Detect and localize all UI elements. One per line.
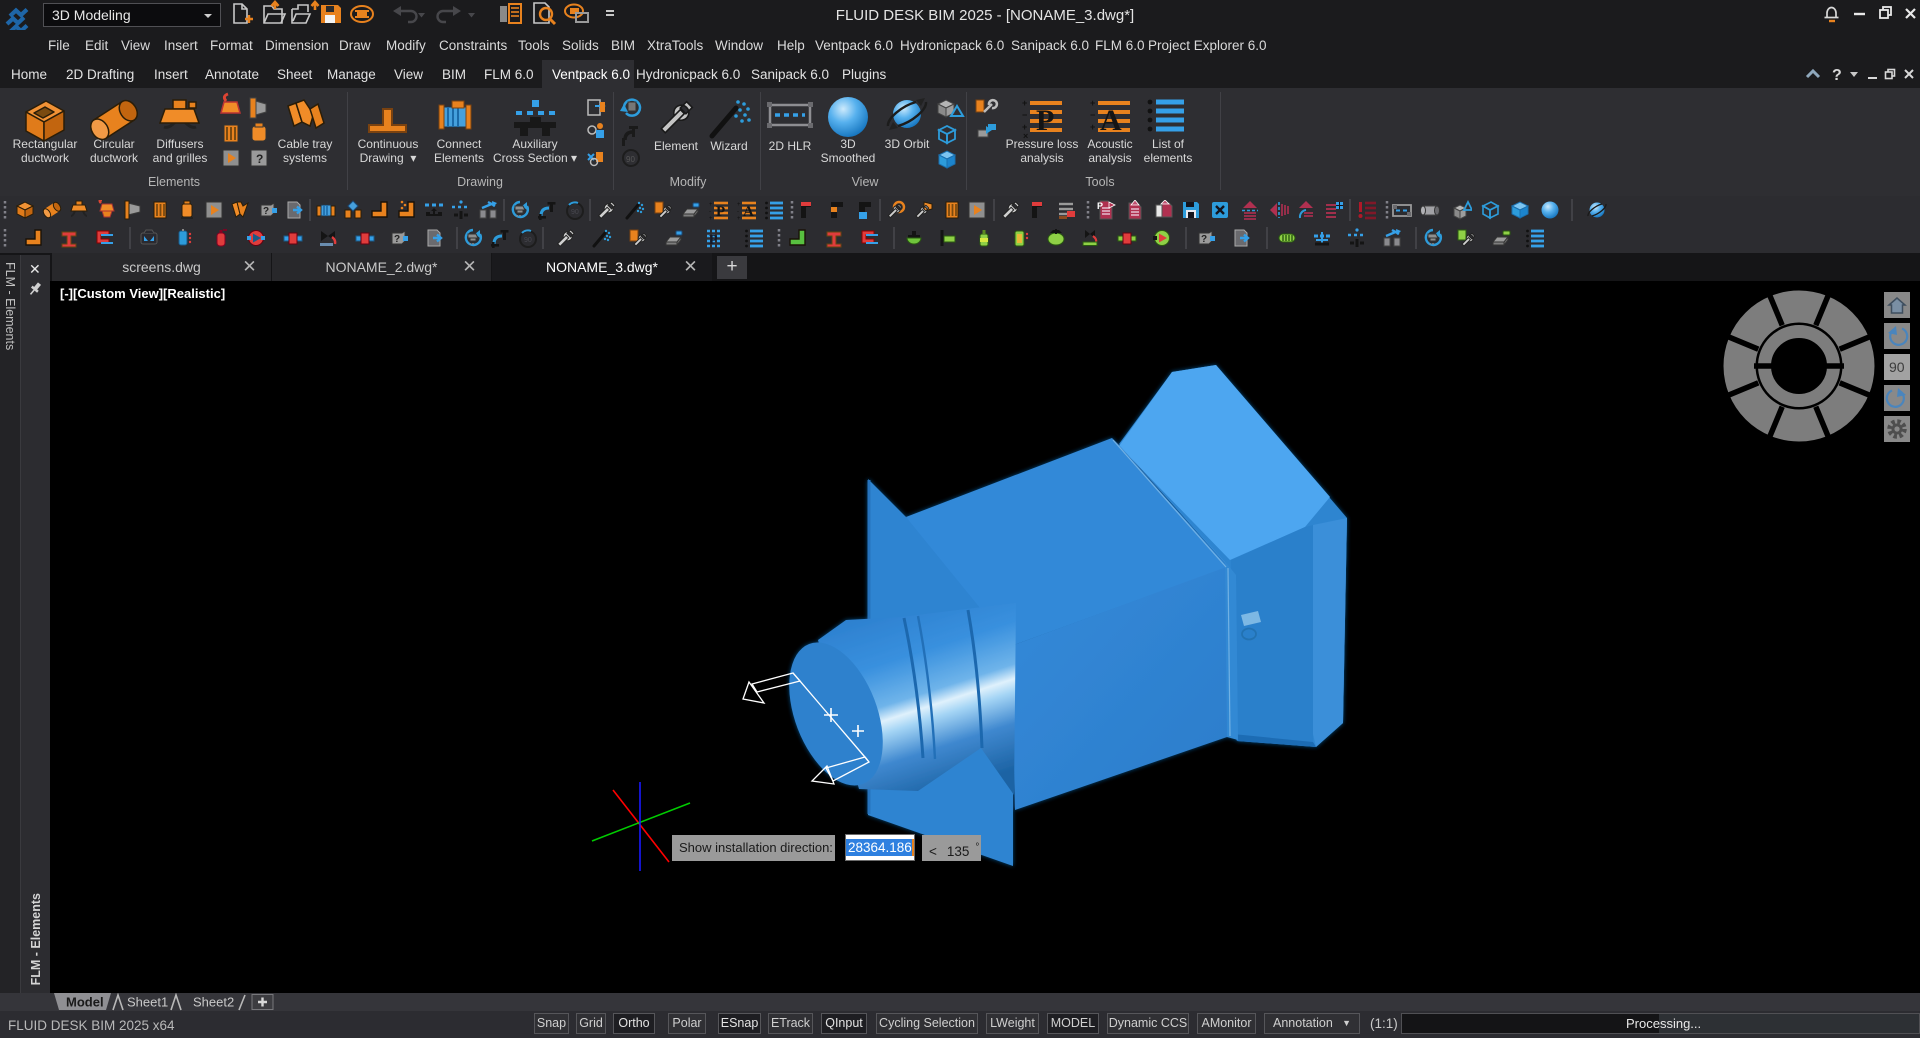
- svg-text:90: 90: [1889, 359, 1905, 375]
- svg-text:A: A: [1100, 104, 1122, 137]
- svg-text:+: +: [1090, 98, 1095, 108]
- svg-text:?: ?: [256, 152, 263, 166]
- svg-text:×: ×: [1023, 131, 1028, 141]
- svg-text:?: ?: [1832, 67, 1842, 84]
- svg-text:+: +: [1090, 122, 1095, 132]
- svg-text:Sheet1: Sheet1: [127, 995, 168, 1010]
- svg-text:Model: Model: [66, 995, 104, 1010]
- svg-text:P: P: [1036, 104, 1054, 137]
- svg-text:Sheet2: Sheet2: [193, 995, 234, 1010]
- svg-text:90: 90: [626, 155, 635, 164]
- svg-text:−: −: [1022, 110, 1027, 120]
- svg-text:−: −: [1090, 110, 1095, 120]
- svg-text:+: +: [1022, 98, 1027, 108]
